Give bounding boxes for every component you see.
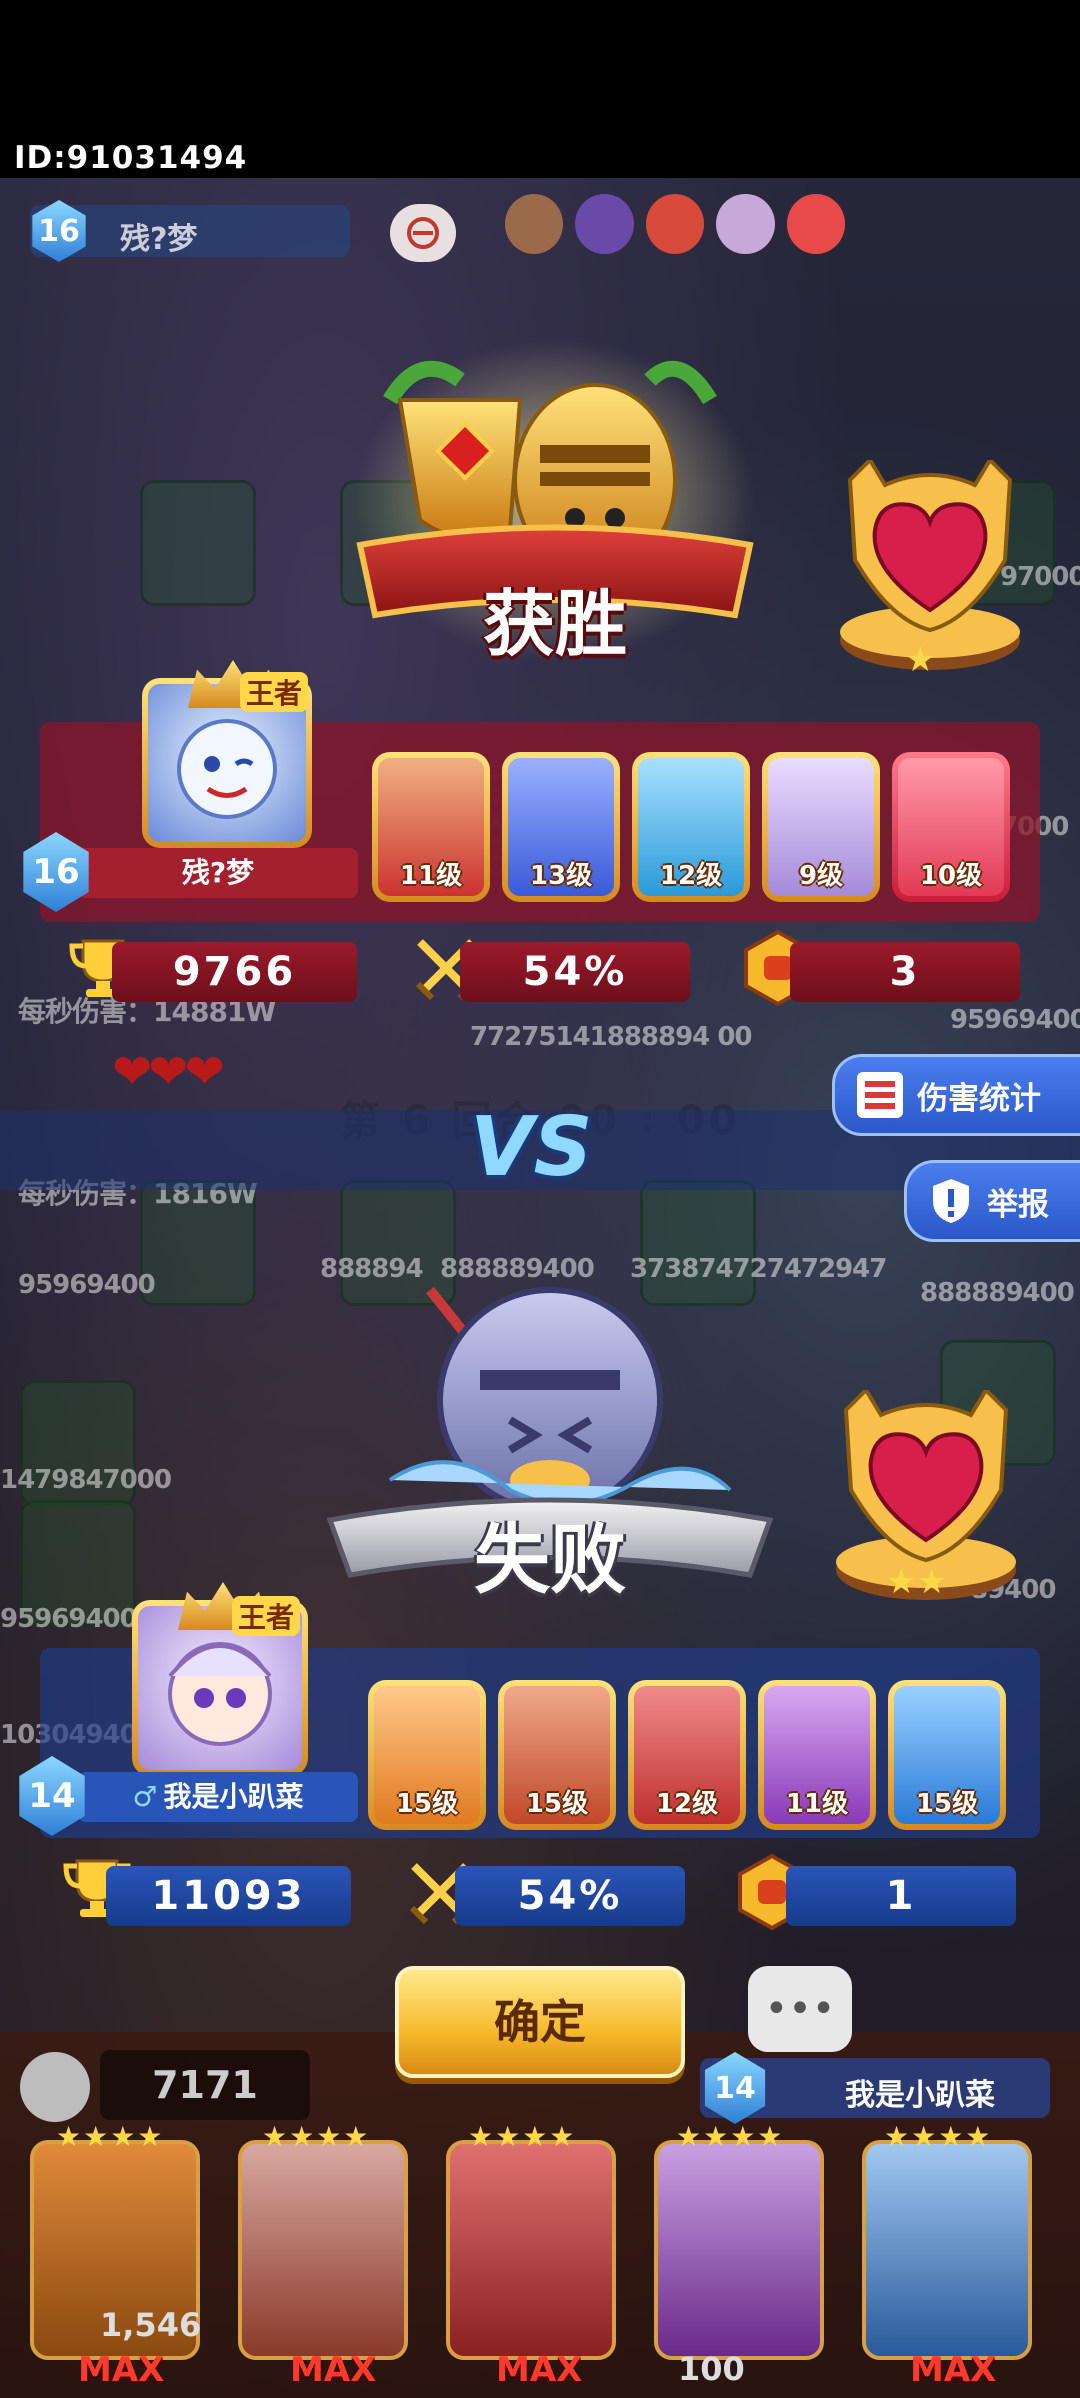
bg-damage-number: 95969400 <box>950 1005 1080 1035</box>
bottom-value: 1,546 <box>100 2306 202 2344</box>
player-id: ID:91031494 <box>14 140 248 176</box>
deck-stars: ★★★★ <box>676 2120 785 2153</box>
defeat-winrate-bar: 54% <box>455 1866 685 1926</box>
hero-level: 15级 <box>395 1789 459 1819</box>
hero-card[interactable]: 9级 <box>762 752 880 902</box>
hero-card[interactable]: 15级 <box>368 1680 486 1830</box>
deck-card[interactable] <box>862 2140 1032 2360</box>
bottom-player-name: 我是小趴菜 <box>845 2078 995 2113</box>
chat-bubble-icon[interactable]: ••• <box>748 1966 852 2052</box>
bottom-cost: 100 <box>678 2350 745 2388</box>
lives-hearts: ❤❤❤ <box>112 1044 225 1100</box>
victory-winrate-bar: 54% <box>460 942 690 1002</box>
victory-title: 获胜 <box>482 582 627 666</box>
top-hero-strip <box>505 194 846 274</box>
max-label: MAX <box>290 2350 377 2390</box>
hero-card[interactable]: 11级 <box>372 752 490 902</box>
defeat-player-name-pill: ♂ 我是小趴菜 <box>78 1772 358 1822</box>
hero-level: 13级 <box>529 861 593 891</box>
victory-player-name: 残?梦 <box>78 848 358 898</box>
victory-hero-lineup: 11级 13级 12级 9级 10级 <box>372 752 1010 902</box>
defeat-stars: ★★ <box>886 1562 947 1602</box>
defeat-trophies: 11093 <box>151 1873 306 1919</box>
victory-rank-badge: 王者 <box>240 672 309 712</box>
hero-level: 12级 <box>655 1789 719 1819</box>
max-label: MAX <box>496 2350 583 2390</box>
victory-trophies: 9766 <box>172 949 297 995</box>
max-label: MAX <box>910 2350 997 2390</box>
hero-level: 12级 <box>659 861 723 891</box>
report-label: 举报 <box>987 1186 1049 1223</box>
deck-card[interactable] <box>446 2140 616 2360</box>
hero-card[interactable]: 10级 <box>892 752 1010 902</box>
victory-star: ★ <box>905 640 936 680</box>
male-gender-icon: ♂ <box>132 1780 158 1813</box>
hero-card[interactable]: 11级 <box>758 1680 876 1830</box>
vs-label: VS <box>470 1100 593 1195</box>
deck-stars: ★★★★ <box>56 2120 165 2153</box>
shield-alert-icon <box>929 1177 973 1225</box>
bg-damage-number: 888889400 <box>920 1278 1075 1308</box>
damage-stats-label: 伤害统计 <box>917 1080 1041 1117</box>
victory-win-rate: 54% <box>522 949 628 995</box>
top-player-name: 残?梦 <box>120 222 198 257</box>
defeat-win-rate: 54% <box>517 1873 623 1919</box>
defeat-player-name: 我是小趴菜 <box>163 1780 304 1813</box>
deck-card[interactable] <box>238 2140 408 2360</box>
max-label: MAX <box>78 2350 165 2390</box>
defeat-title: 失败 <box>474 1515 626 1604</box>
confirm-button[interactable]: 确定 <box>395 1966 685 2078</box>
bg-damage-number: 95969400 <box>0 1604 138 1634</box>
victory-fist-count: 3 <box>889 949 921 995</box>
report-button[interactable]: 举报 <box>904 1160 1080 1242</box>
defeat-fist-count: 1 <box>885 1873 917 1919</box>
hero-level: 10级 <box>919 861 983 891</box>
mute-chat-icon[interactable] <box>390 204 456 262</box>
hero-card[interactable]: 15级 <box>498 1680 616 1830</box>
hero-level: 11级 <box>399 861 463 891</box>
coin-icon <box>20 2052 90 2122</box>
hero-card[interactable]: 13级 <box>502 752 620 902</box>
hero-level: 15级 <box>525 1789 589 1819</box>
stats-list-icon <box>857 1072 903 1118</box>
bg-damage-number: 1479847000 <box>0 1465 172 1495</box>
damage-stats-button[interactable]: 伤害统计 <box>832 1054 1080 1136</box>
hero-card[interactable]: 12级 <box>628 1680 746 1830</box>
deck-stars: ★★★★ <box>884 2120 993 2153</box>
deck-stars: ★★★★ <box>262 2120 371 2153</box>
bottom-coin-count: 7171 <box>100 2050 310 2120</box>
bg-damage-number: 77275141888894 00 <box>470 1022 753 1052</box>
defeat-fist-bar: 1 <box>786 1866 1016 1926</box>
defeat-trophy-bar: 11093 <box>106 1866 351 1926</box>
hero-level: 15级 <box>915 1789 979 1819</box>
hero-level: 11级 <box>785 1789 849 1819</box>
victory-trophy-bar: 9766 <box>112 942 357 1002</box>
deck-stars: ★★★★ <box>468 2120 577 2153</box>
bg-damage-number: 95969400 <box>18 1270 156 1300</box>
hero-level: 9级 <box>798 861 844 891</box>
defeat-rank-badge: 王者 <box>232 1596 301 1636</box>
hero-card[interactable]: 15级 <box>888 1680 1006 1830</box>
hero-card[interactable]: 12级 <box>632 752 750 902</box>
deck-card[interactable] <box>654 2140 824 2360</box>
victory-fist-bar: 3 <box>790 942 1020 1002</box>
defeat-hero-lineup: 15级 15级 12级 11级 15级 <box>368 1680 1006 1830</box>
